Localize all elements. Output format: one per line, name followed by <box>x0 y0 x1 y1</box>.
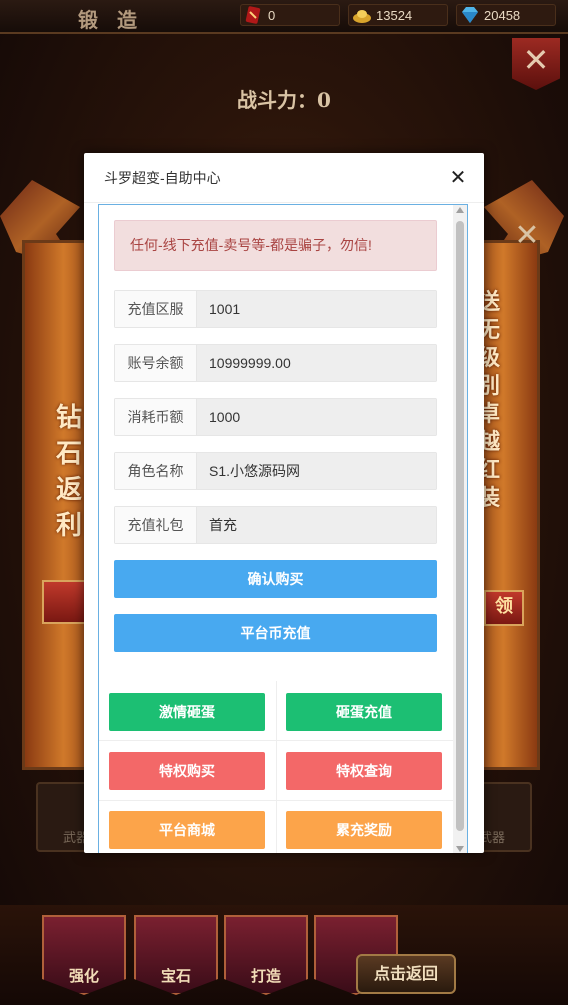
nav-label: 宝石 <box>160 967 191 985</box>
nav-strengthen-button[interactable]: 强化 <box>42 915 126 995</box>
diamond-count: 20458 <box>484 7 521 23</box>
grid-divider <box>276 681 277 853</box>
ribbon-right[interactable]: 领 <box>484 590 524 626</box>
close-icon[interactable]: ✕ <box>448 167 468 187</box>
field-server: 充值区服 1001 <box>114 290 437 328</box>
modal-title: 斗罗超变-自助中心 <box>104 169 221 186</box>
privilege-query-button[interactable]: 特权查询 <box>286 752 442 790</box>
role-name-field[interactable]: S1.小悠源码网 <box>196 452 437 490</box>
modal-scrollbar[interactable] <box>453 205 467 853</box>
back-button[interactable]: 点击返回 <box>356 954 456 994</box>
field-label: 消耗币额 <box>114 398 196 436</box>
scroll-down-icon[interactable] <box>456 846 464 852</box>
resource-diamond: 20458 <box>460 4 520 26</box>
resource-gold: 13524 <box>352 4 412 26</box>
field-package: 充值礼包 首充 <box>114 506 437 544</box>
smash-egg-button[interactable]: 激情砸蛋 <box>109 693 265 731</box>
nav-label: 强化 <box>68 967 99 985</box>
nav-gem-button[interactable]: 宝石 <box>134 915 218 995</box>
promo-close-icon[interactable]: ✕ <box>510 221 544 252</box>
card-count: 0 <box>268 7 276 23</box>
action-grid: 激情砸蛋 砸蛋充值 特权购买 特权查询 平台商城 累充奖励 <box>99 681 455 853</box>
modal-body[interactable]: 任何-线下充值-卖号等-都是骗子，勿信! 充值区服 1001 账号余额 1099… <box>98 204 468 853</box>
server-field[interactable]: 1001 <box>196 290 437 328</box>
top-bar: 锻 造 0 13524 20458 <box>0 0 568 34</box>
gold-ingot-icon <box>353 10 371 23</box>
scroll-up-icon[interactable] <box>456 207 464 213</box>
field-label: 充值礼包 <box>114 506 196 544</box>
nav-forge-button[interactable]: 打造 <box>224 915 308 995</box>
warning-alert: 任何-线下充值-卖号等-都是骗子，勿信! <box>114 220 437 271</box>
balance-field[interactable]: 10999999.00 <box>196 344 437 382</box>
field-balance: 账号余额 10999999.00 <box>114 344 437 382</box>
privilege-buy-button[interactable]: 特权购买 <box>109 752 265 790</box>
card-icon <box>245 6 261 24</box>
nav-label: 打造 <box>250 967 281 985</box>
combat-power: 战斗力：0 <box>237 88 331 112</box>
grid-divider <box>99 800 455 801</box>
diamond-icon <box>462 7 478 23</box>
platform-recharge-button[interactable]: 平台币充值 <box>114 614 437 652</box>
self-service-modal: 斗罗超变-自助中心 ✕ 任何-线下充值-卖号等-都是骗子，勿信! 充值区服 10… <box>84 153 484 853</box>
resource-card: 0 <box>244 4 275 26</box>
forge-title: 锻 造 <box>78 8 143 32</box>
gold-count: 13524 <box>376 7 413 23</box>
game-close-button[interactable]: ✕ <box>512 38 560 90</box>
cumulative-reward-button[interactable]: 累充奖励 <box>286 811 442 849</box>
field-label: 角色名称 <box>114 452 196 490</box>
field-label: 账号余额 <box>114 344 196 382</box>
platform-shop-button[interactable]: 平台商城 <box>109 811 265 849</box>
field-label: 充值区服 <box>114 290 196 328</box>
scroll-thumb[interactable] <box>456 221 464 831</box>
field-role: 角色名称 S1.小悠源码网 <box>114 452 437 490</box>
close-icon: ✕ <box>522 41 550 79</box>
grid-divider <box>99 740 455 741</box>
egg-recharge-button[interactable]: 砸蛋充值 <box>286 693 442 731</box>
confirm-purchase-button[interactable]: 确认购买 <box>114 560 437 598</box>
cost-field[interactable]: 1000 <box>196 398 437 436</box>
modal-header: 斗罗超变-自助中心 ✕ <box>84 153 484 203</box>
field-cost: 消耗币额 1000 <box>114 398 437 436</box>
package-select[interactable]: 首充 <box>196 506 437 544</box>
